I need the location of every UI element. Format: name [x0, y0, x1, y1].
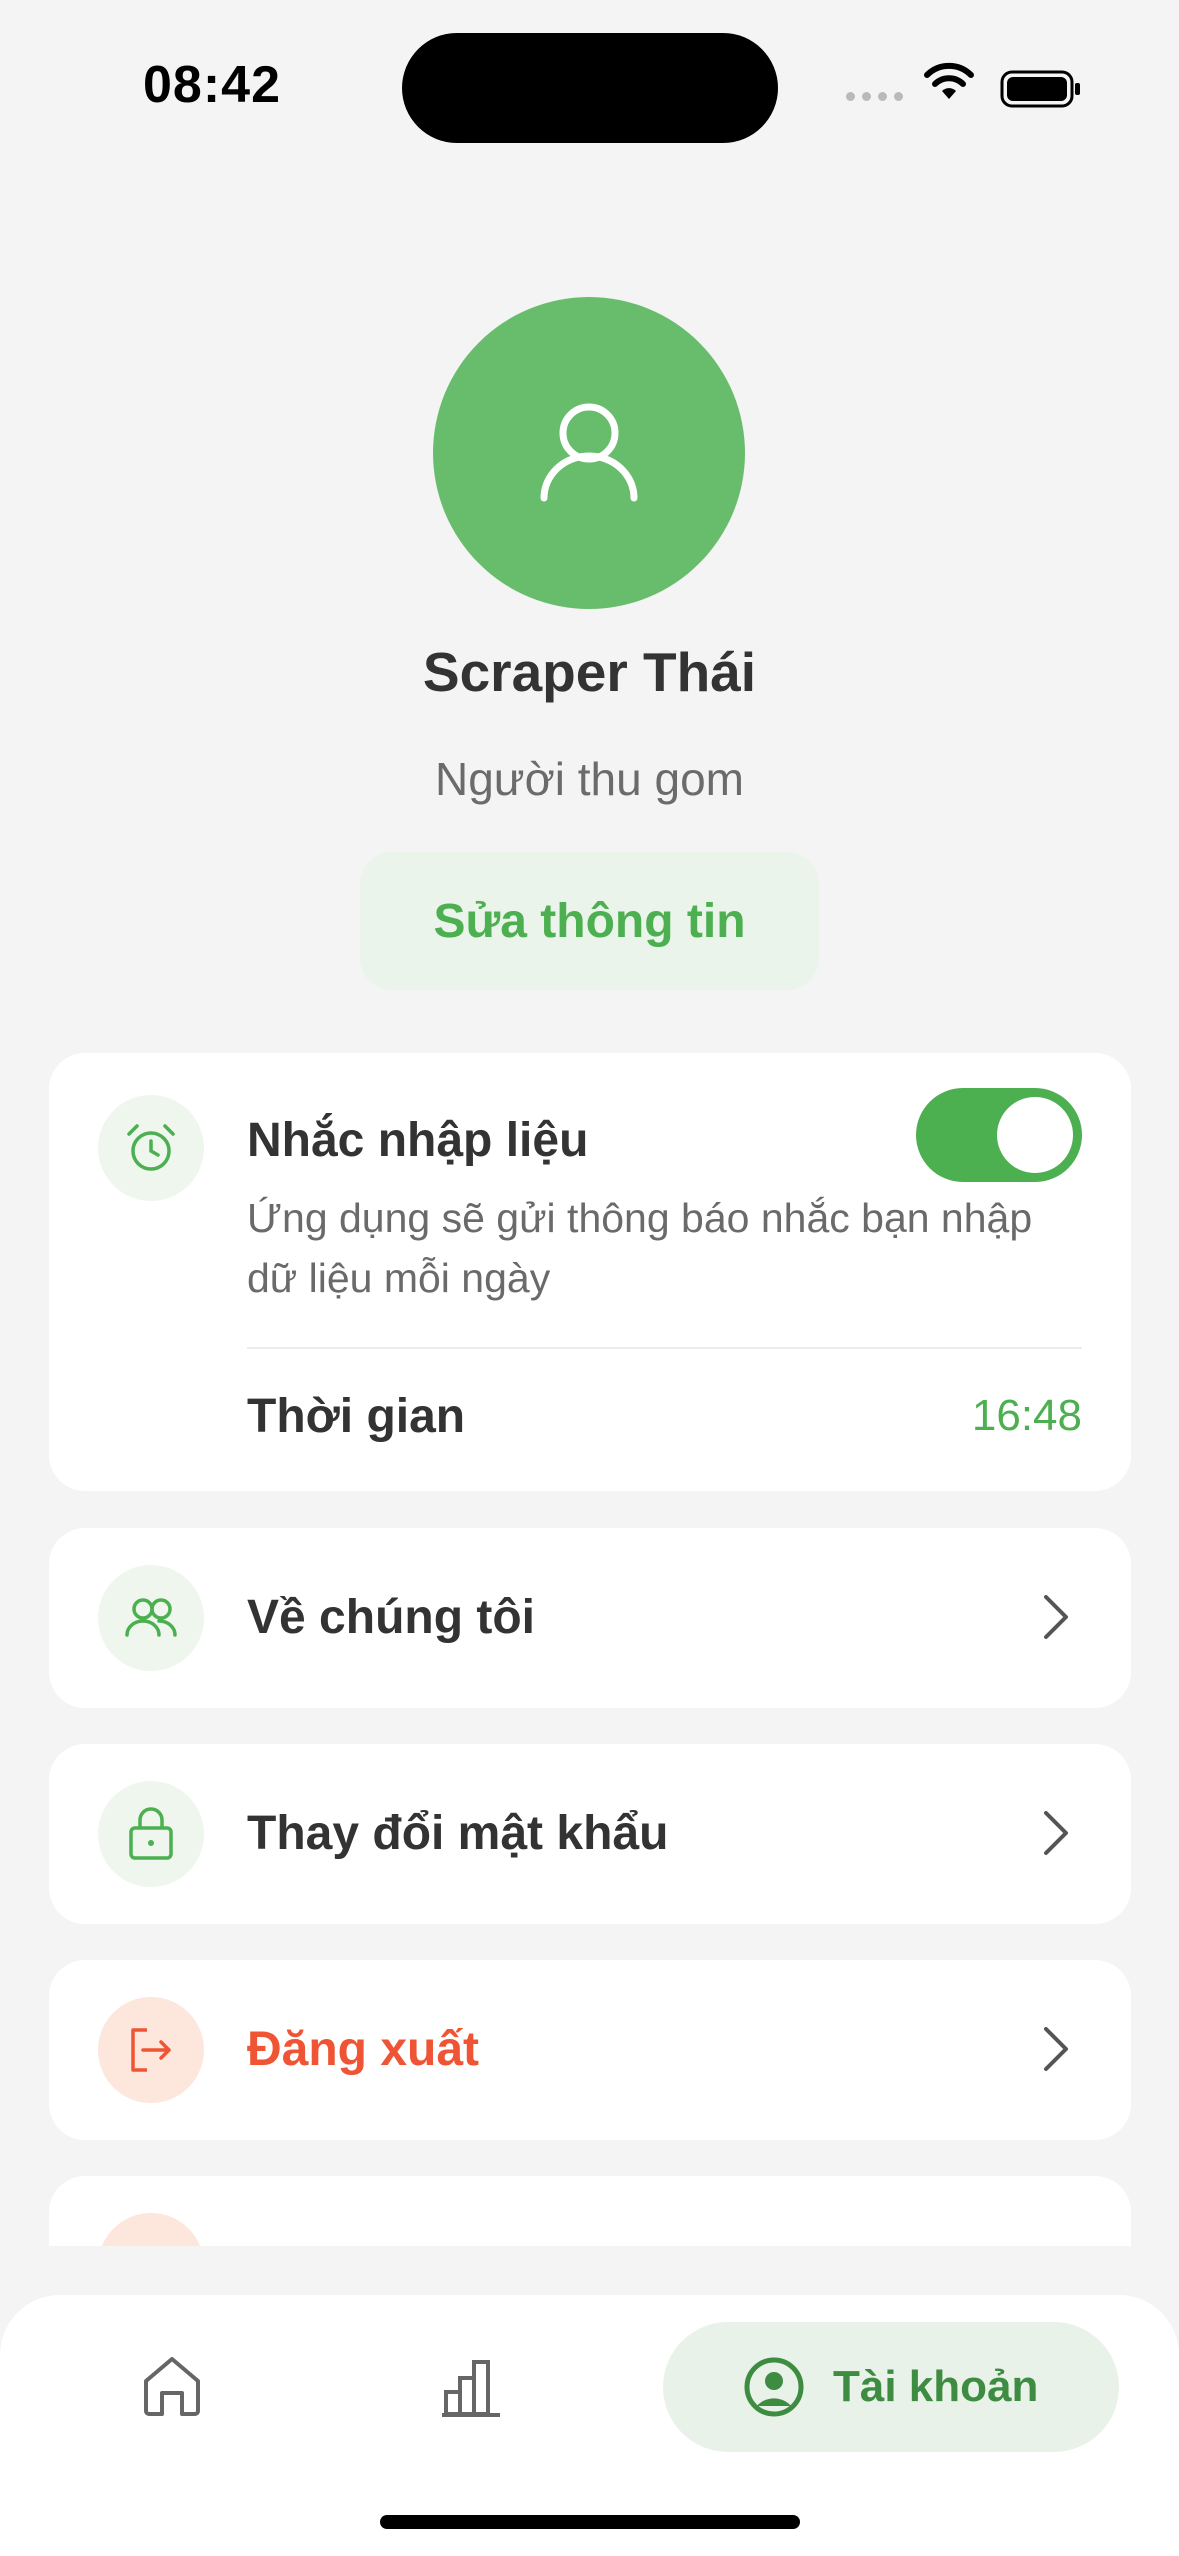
alarm-clock-icon — [127, 1124, 175, 1171]
edit-profile-button[interactable]: Sửa thông tin — [360, 852, 819, 990]
account-icon — [744, 2357, 804, 2417]
reminder-time-label: Thời gian — [247, 1390, 466, 1443]
battery-icon — [1000, 70, 1080, 108]
toggle-knob — [997, 1097, 1073, 1173]
tab-account[interactable]: Tài khoản — [663, 2322, 1119, 2452]
wifi-icon — [924, 62, 974, 99]
reminder-toggle[interactable] — [916, 1088, 1082, 1182]
chevron-right-icon — [1044, 1811, 1068, 1855]
chart-icon — [442, 2360, 500, 2417]
reminder-icon-circle — [98, 1095, 204, 1201]
tab-home[interactable] — [140, 2355, 204, 2422]
dynamic-island — [402, 33, 778, 143]
lock-icon — [129, 1807, 173, 1860]
home-icon — [144, 2357, 200, 2416]
password-icon-circle — [98, 1781, 204, 1887]
status-time: 08:42 — [143, 56, 281, 114]
logout-icon-circle — [98, 1997, 204, 2103]
reminder-title: Nhắc nhập liệu — [247, 1114, 589, 1167]
about-icon-circle — [98, 1565, 204, 1671]
menu-item-partial[interactable] — [49, 2176, 1131, 2246]
menu-item-label: Về chúng tôi — [247, 1591, 535, 1644]
tab-statistics[interactable] — [440, 2358, 502, 2423]
partial-icon-circle — [98, 2213, 204, 2246]
menu-item-change-password[interactable]: Thay đổi mật khẩu — [49, 1744, 1131, 1924]
profile-role: Người thu gom — [435, 753, 744, 805]
reminder-time-value[interactable]: 16:48 — [972, 1391, 1082, 1441]
home-indicator — [380, 2515, 800, 2529]
chevron-right-icon — [1044, 2027, 1068, 2071]
user-icon — [540, 403, 638, 502]
reminder-description: Ứng dụng sẽ gửi thông báo nhắc bạn nhập … — [247, 1195, 1033, 1301]
reminder-card: Nhắc nhập liệu Ứng dụng sẽ gửi thông báo… — [49, 1053, 1131, 1491]
menu-item-about[interactable]: Về chúng tôi — [49, 1528, 1131, 1708]
chevron-right-icon — [1044, 1595, 1068, 1639]
logout-icon — [131, 2028, 171, 2072]
users-icon — [125, 1598, 177, 1637]
menu-item-logout[interactable]: Đăng xuất — [49, 1960, 1131, 2140]
profile-name: Scraper Thái — [422, 641, 757, 703]
menu-item-label: Đăng xuất — [247, 2023, 480, 2076]
avatar — [433, 297, 745, 609]
divider — [247, 1347, 1082, 1349]
menu-item-label: Thay đổi mật khẩu — [247, 1807, 669, 1860]
tab-account-label: Tài khoản — [833, 2362, 1039, 2411]
cellular-signal-icon — [846, 92, 903, 101]
